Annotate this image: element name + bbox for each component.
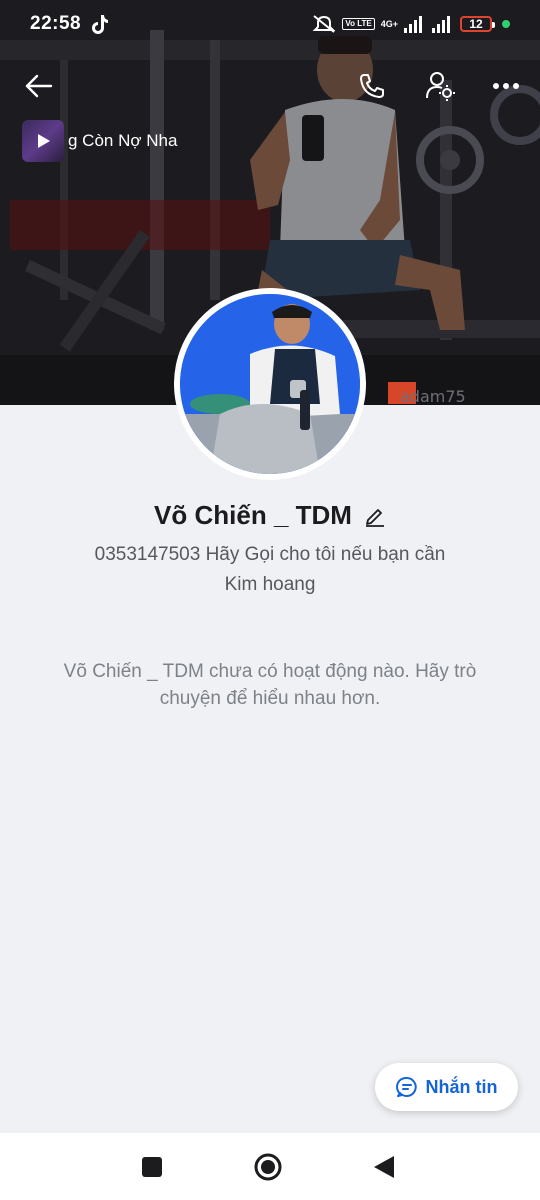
profile-name-row: Võ Chiến _ TDM <box>0 500 540 531</box>
call-button[interactable] <box>350 64 394 108</box>
bio-line-2: Kim hoang <box>224 574 316 595</box>
top-action-bar <box>0 62 540 112</box>
battery-icon: 12 <box>460 16 495 32</box>
bio-line-1: 0353147503 Hãy Gọi cho tôi nếu bạn cần <box>94 544 446 565</box>
music-title: g Còn Nợ Nha <box>68 131 178 150</box>
system-nav-bar <box>0 1133 540 1200</box>
status-bar: 22:58 Vo LTE 4G+ 12 <box>0 0 540 48</box>
back-triangle-icon <box>374 1156 394 1178</box>
mute-icon <box>312 15 336 33</box>
send-message-label: Nhắn tin <box>425 1076 498 1097</box>
profile-bio: 0353147503 Hãy Gọi cho tôi nếu bạn cần K… <box>40 540 500 600</box>
tiktok-icon <box>92 15 109 34</box>
profile-music[interactable]: g Còn Nợ Nha <box>22 120 186 162</box>
cover-watermark: adam75 <box>400 387 466 405</box>
arrow-left-icon <box>25 74 53 98</box>
avatar-frame[interactable] <box>174 288 366 480</box>
privacy-dot <box>502 20 510 28</box>
music-thumbnail[interactable] <box>22 120 64 162</box>
home-button[interactable] <box>250 1149 286 1185</box>
signal-icon <box>404 16 422 33</box>
profile-settings-button[interactable] <box>418 64 462 108</box>
more-horizontal-icon <box>493 83 519 89</box>
user-settings-icon <box>426 72 455 101</box>
chat-bubble-icon <box>395 1076 417 1097</box>
avatar[interactable] <box>180 294 360 474</box>
recents-button[interactable] <box>134 1149 170 1185</box>
system-back-button[interactable] <box>366 1149 402 1185</box>
more-options-button[interactable] <box>484 64 528 108</box>
status-time: 22:58 <box>30 13 82 34</box>
send-message-button[interactable]: Nhắn tin <box>375 1063 518 1111</box>
profile-name: Võ Chiến _ TDM <box>154 500 352 530</box>
edit-pencil-icon[interactable] <box>364 505 386 527</box>
signal-icon <box>432 16 450 33</box>
avatar-photo <box>180 294 360 474</box>
back-button[interactable] <box>17 64 61 108</box>
play-icon <box>38 134 50 148</box>
status-right: Vo LTE 4G+ 12 <box>312 14 510 34</box>
phone-icon <box>360 74 384 98</box>
network-type: 4G+ <box>380 18 398 29</box>
home-circle-icon <box>254 1153 282 1181</box>
recents-square-icon <box>142 1157 162 1177</box>
volte-badge: Vo LTE <box>342 18 375 30</box>
empty-feed-message: Võ Chiến _ TDM chưa có hoạt động nào. Hã… <box>63 661 477 709</box>
battery-level: 12 <box>469 17 483 31</box>
